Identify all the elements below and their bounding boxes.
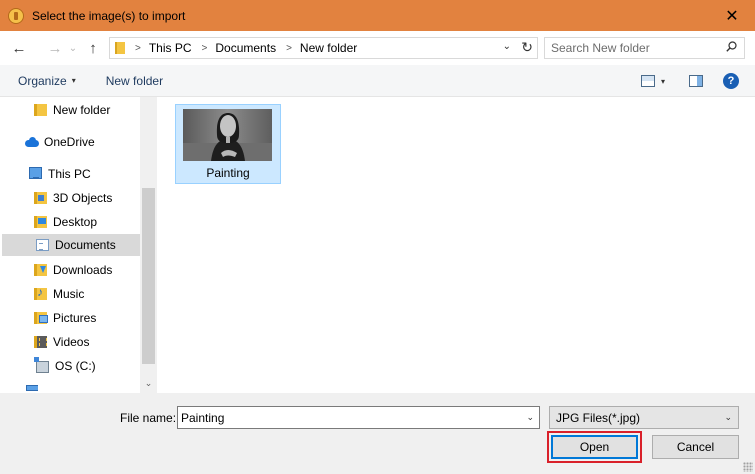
open-button[interactable]: Open xyxy=(551,435,638,459)
breadcrumb-documents[interactable]: Documents xyxy=(215,41,276,55)
desktop-icon xyxy=(34,216,47,228)
view-options-caret-icon[interactable]: ▾ xyxy=(661,77,665,86)
file-name-label: File name: xyxy=(120,411,177,425)
organize-button[interactable]: Organize ▾ xyxy=(18,74,76,88)
chevron-down-icon: ⌄ xyxy=(724,412,732,422)
chevron-down-icon[interactable]: ⌄ xyxy=(526,412,534,423)
forward-button[interactable]: → xyxy=(44,37,66,59)
sidebar-item-label: 3D Objects xyxy=(53,191,113,205)
sidebar-item-label: Downloads xyxy=(53,263,113,277)
change-view-icon[interactable] xyxy=(640,75,655,87)
file-type-value: JPG Files(*.jpg) xyxy=(556,410,641,425)
file-type-select[interactable]: JPG Files(*.jpg) ⌄ xyxy=(549,406,739,429)
cloud-icon xyxy=(25,136,39,148)
file-name-label: Painting xyxy=(206,166,250,180)
breadcrumb-separator: > xyxy=(135,42,141,54)
caret-down-icon: ▾ xyxy=(71,76,76,85)
close-icon: ✕ xyxy=(725,7,739,25)
sidebar-item-3d-objects[interactable]: 3D Objects xyxy=(0,187,140,209)
up-arrow-icon: ↑ xyxy=(89,39,97,57)
sidebar-item-label: OS (C:) xyxy=(55,359,96,373)
sidebar-item-label: OneDrive xyxy=(44,135,95,149)
documents-icon xyxy=(36,239,49,251)
file-list[interactable]: Painting xyxy=(157,97,755,393)
sidebar-item-label: Documents xyxy=(55,238,116,252)
search-box xyxy=(544,37,745,59)
refresh-icon[interactable]: ↻ xyxy=(521,39,533,56)
back-arrow-icon: ← xyxy=(11,39,27,57)
computer-icon xyxy=(29,167,42,179)
sidebar-item-network-partial[interactable] xyxy=(26,385,38,393)
app-icon xyxy=(8,7,24,24)
title-bar: Select the image(s) to import ✕ xyxy=(0,0,755,31)
music-icon xyxy=(34,285,47,300)
sidebar-scrollbar-thumb[interactable] xyxy=(142,188,155,364)
forward-arrow-icon: → xyxy=(47,39,63,57)
folder-icon xyxy=(34,104,47,116)
search-icon[interactable] xyxy=(726,41,737,52)
breadcrumb-this-pc[interactable]: This PC xyxy=(149,41,192,55)
new-folder-button[interactable]: New folder xyxy=(106,74,163,88)
network-icon xyxy=(26,385,38,391)
breadcrumb-separator[interactable]: > xyxy=(286,43,292,54)
downloads-icon xyxy=(34,264,47,276)
sidebar-item-downloads[interactable]: Downloads xyxy=(0,259,140,281)
videos-icon xyxy=(34,336,47,348)
drive-icon xyxy=(34,357,49,373)
sidebar-item-label: Videos xyxy=(53,335,90,349)
sidebar-item-pictures[interactable]: Pictures xyxy=(0,307,140,329)
toolbar-right-group: ▾ ? xyxy=(640,65,755,97)
sidebar-item-os-c[interactable]: OS (C:) xyxy=(0,355,140,377)
sidebar-item-label: New folder xyxy=(53,103,111,117)
recent-locations-button[interactable]: ⌄ xyxy=(66,37,80,59)
organize-label: Organize xyxy=(18,73,67,88)
file-name-input[interactable] xyxy=(181,407,511,428)
cancel-button[interactable]: Cancel xyxy=(652,435,739,459)
pictures-icon xyxy=(34,312,48,324)
sidebar-item-videos[interactable]: Videos xyxy=(0,331,140,353)
scroll-down-button[interactable]: ⌄ xyxy=(140,375,157,392)
breadcrumb-new-folder[interactable]: New folder xyxy=(300,41,357,55)
3d-objects-icon xyxy=(34,192,47,204)
resize-grip[interactable] xyxy=(743,462,753,472)
dialog-footer: File name: ⌄ JPG Files(*.jpg) ⌄ Open Can… xyxy=(0,393,755,474)
sidebar-item-new-folder[interactable]: New folder xyxy=(0,99,140,121)
file-item-painting[interactable]: Painting xyxy=(175,104,281,184)
chevron-down-icon: ⌄ xyxy=(144,378,153,388)
help-icon[interactable]: ? xyxy=(723,73,739,89)
sidebar-item-music[interactable]: Music xyxy=(0,283,140,305)
back-button[interactable]: ← xyxy=(8,37,30,59)
sidebar-item-desktop[interactable]: Desktop xyxy=(0,211,140,233)
chevron-down-icon: ⌄ xyxy=(68,42,78,54)
file-name-combobox: ⌄ xyxy=(177,406,540,429)
search-input[interactable] xyxy=(551,38,721,58)
painting-thumbnail xyxy=(183,109,272,161)
new-folder-label: New folder xyxy=(105,73,164,88)
command-bar: Organize ▾ New folder ▾ ? xyxy=(0,65,755,97)
window-title: Select the image(s) to import xyxy=(32,8,186,23)
breadcrumb-separator[interactable]: > xyxy=(202,43,208,54)
navigation-pane: New folder OneDrive This PC 3D Objects D… xyxy=(0,97,157,393)
sidebar-item-label: Pictures xyxy=(53,311,97,325)
sidebar-item-this-pc[interactable]: This PC xyxy=(0,163,140,185)
navigation-bar: ← → ⌄ ↑ > This PC > Documents > New fold… xyxy=(0,31,755,65)
address-dropdown-icon[interactable]: ⌄ xyxy=(503,41,511,52)
address-bar[interactable]: > This PC > Documents > New folder ⌄ ↻ xyxy=(109,37,538,59)
sidebar-item-label: Desktop xyxy=(53,215,98,229)
sidebar-item-label: This PC xyxy=(48,167,91,181)
folder-icon xyxy=(115,42,125,54)
sidebar-item-onedrive[interactable]: OneDrive xyxy=(0,131,140,153)
sidebar-item-documents[interactable]: Documents xyxy=(2,234,142,256)
close-button[interactable]: ✕ xyxy=(709,0,755,31)
mona-lisa-image xyxy=(183,109,272,161)
preview-pane-icon[interactable] xyxy=(689,75,703,87)
up-button[interactable]: ↑ xyxy=(82,37,104,59)
sidebar-item-label: Music xyxy=(53,287,85,301)
